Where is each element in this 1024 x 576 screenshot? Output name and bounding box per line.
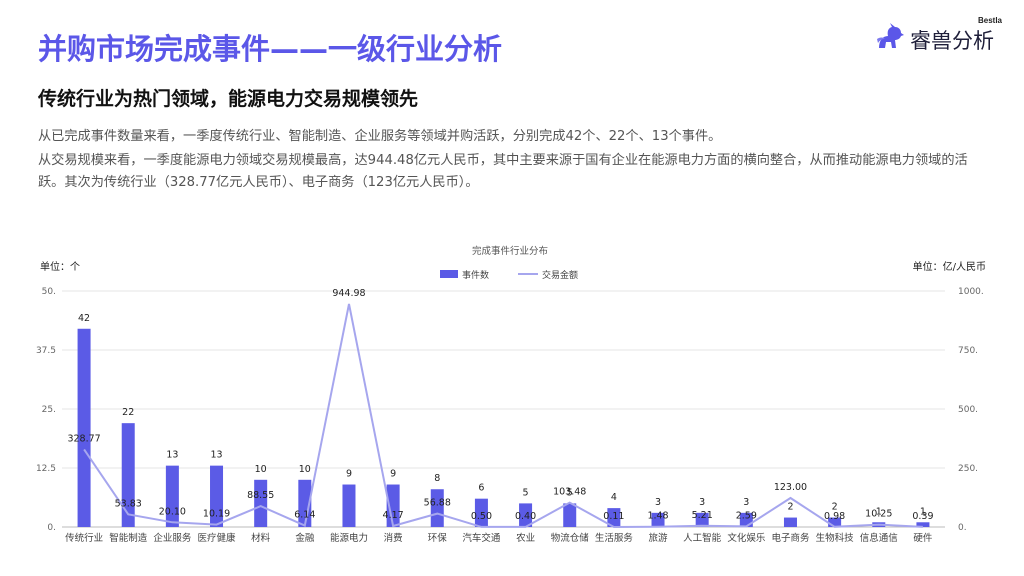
category-label: 旅游 — [649, 532, 669, 544]
amount-label: 10.25 — [865, 509, 892, 520]
event-count-label: 8 — [434, 473, 440, 484]
category-label: 电子商务 — [771, 532, 810, 544]
industry-distribution-chart: 完成事件行业分布 事件数 交易金额 单位：个 单位：亿/人民币 0.12.525… — [36, 245, 986, 544]
category-label: 生物科技 — [816, 532, 855, 544]
amount-label: 1.48 — [647, 511, 668, 522]
right-axis-unit: 单位：亿/人民币 — [913, 260, 986, 273]
right-tick-label: 0. — [958, 523, 967, 533]
chart-title: 完成事件行业分布 — [472, 245, 548, 257]
event-count-label: 6 — [478, 483, 484, 494]
left-tick-label: 25. — [42, 405, 56, 415]
amount-label: 123.00 — [774, 482, 807, 493]
paragraph-deal-size: 从交易规模来看，一季度能源电力领域交易规模最高，达944.48亿元人民币，其中主… — [38, 153, 968, 190]
event-count-bar — [77, 328, 91, 527]
left-tick-label: 12.5 — [36, 464, 56, 474]
amount-label: 0.50 — [471, 511, 492, 522]
event-count-label: 5 — [523, 487, 529, 498]
legend-line-label: 交易金额 — [542, 269, 578, 281]
event-count-label: 2 — [787, 502, 793, 513]
event-count-label: 4 — [611, 492, 617, 503]
brand-logo: Bestla 睿兽分析 — [876, 16, 1002, 56]
event-count-label: 9 — [346, 469, 352, 480]
event-count-label: 9 — [390, 469, 396, 480]
event-count-label: 22 — [122, 407, 134, 418]
event-count-bar — [165, 465, 179, 527]
left-tick-label: 37.5 — [36, 346, 56, 356]
right-tick-label: 1000. — [958, 287, 984, 297]
category-label: 农业 — [516, 532, 535, 544]
page-title: 并购市场完成事件——一级行业分析 — [38, 32, 503, 66]
event-count-bar — [254, 479, 268, 527]
event-count-label: 3 — [699, 497, 705, 508]
event-count-bar — [563, 503, 577, 527]
amount-label: 0.39 — [912, 511, 933, 522]
category-label: 汽车交通 — [462, 532, 501, 544]
category-label: 企业服务 — [153, 532, 192, 544]
event-count-label: 3 — [655, 497, 661, 508]
amount-label: 103.48 — [553, 487, 586, 498]
amount-label: 944.98 — [332, 288, 365, 299]
section-subtitle: 传统行业为热门领域，能源电力交易规模领先 — [38, 88, 419, 110]
category-label: 环保 — [428, 532, 448, 544]
amount-line — [83, 303, 923, 529]
amount-label: 328.77 — [67, 433, 100, 444]
event-count-label: 13 — [210, 450, 222, 461]
amount-label: 2.59 — [736, 510, 757, 521]
amount-label: 6.14 — [294, 510, 315, 521]
event-count-bar — [121, 423, 135, 527]
category-label: 生活服务 — [595, 532, 634, 544]
left-axis-unit: 单位：个 — [40, 260, 80, 273]
chart-legend: 事件数 交易金额 — [440, 269, 578, 281]
legend-bar-swatch — [440, 270, 458, 278]
event-count-label: 10 — [299, 464, 311, 475]
category-label: 传统行业 — [65, 532, 103, 544]
category-label: 智能制造 — [109, 532, 148, 544]
category-label: 文化娱乐 — [727, 532, 766, 544]
paragraph-event-count: 从已完成事件数量来看，一季度传统行业、智能制造、企业服务等领域并购活跃，分别完成… — [38, 129, 722, 144]
amount-label: 20.10 — [159, 506, 186, 517]
logo-small-text: Bestla — [977, 16, 1002, 25]
category-label: 物流仓储 — [551, 532, 590, 544]
category-label: 材料 — [251, 532, 271, 544]
category-label: 人工智能 — [683, 532, 722, 544]
logo-text: 睿兽分析 — [910, 29, 994, 53]
event-count-bar — [342, 484, 356, 527]
event-count-label: 10 — [255, 464, 267, 475]
unicorn-icon — [877, 23, 904, 48]
category-label: 信息通信 — [860, 532, 898, 544]
left-tick-label: 50. — [42, 287, 56, 297]
left-tick-label: 0. — [47, 523, 56, 533]
amount-label: 5.21 — [692, 510, 713, 521]
amount-label: 4.17 — [383, 510, 404, 521]
amount-label: 88.55 — [247, 490, 274, 501]
right-tick-label: 250. — [958, 464, 978, 474]
event-count-label: 13 — [166, 450, 178, 461]
amount-label: 0.40 — [515, 511, 536, 522]
amount-label: 0.11 — [603, 511, 624, 522]
right-tick-label: 500. — [958, 405, 978, 415]
event-count-bar — [783, 517, 797, 527]
right-tick-label: 750. — [958, 346, 978, 356]
amount-label: 10.19 — [203, 509, 230, 520]
category-label: 能源电力 — [330, 532, 368, 544]
legend-bar-label: 事件数 — [462, 269, 489, 281]
category-label: 硬件 — [913, 532, 933, 544]
category-label: 金融 — [295, 532, 315, 544]
category-label: 医疗健康 — [198, 532, 237, 544]
event-count-label: 3 — [743, 497, 749, 508]
amount-label: 56.88 — [424, 498, 451, 509]
amount-label: 0.98 — [824, 511, 845, 522]
category-label: 消费 — [384, 532, 403, 544]
event-count-label: 42 — [78, 313, 90, 324]
amount-label: 53.83 — [115, 498, 142, 509]
